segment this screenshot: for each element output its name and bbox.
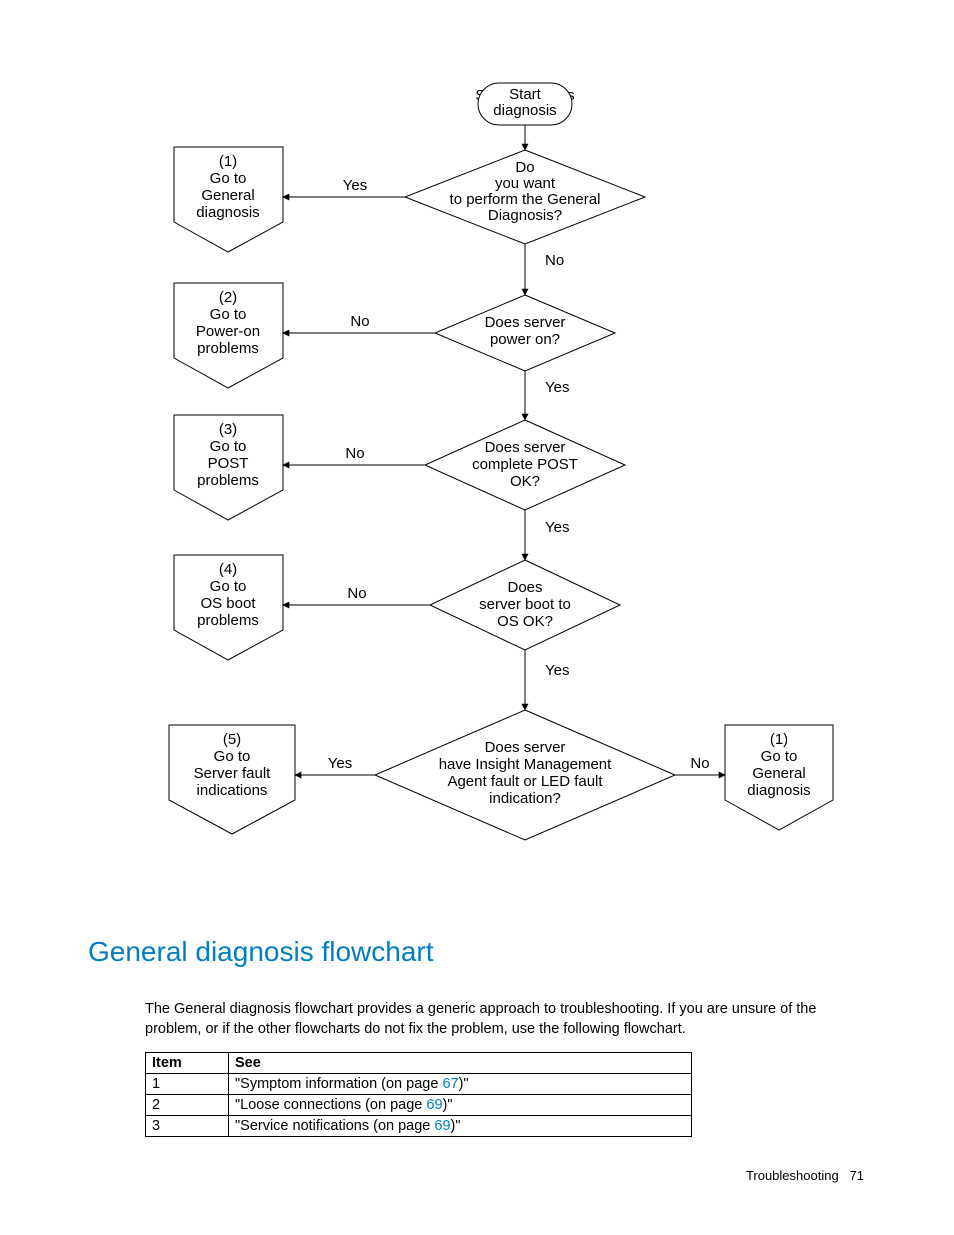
svg-text:diagnosis: diagnosis [196,204,259,221]
svg-text:you want: you want [495,175,556,192]
item-cell: 1 [146,1074,229,1095]
table-header-row: Item See [146,1053,692,1074]
svg-text:Yes: Yes [545,379,569,396]
svg-text:indications: indications [197,782,268,799]
svg-text:Does server: Does server [485,439,566,456]
start-diagnosis-flowchart: Start diagnosis Start diagnosis Do you w… [0,0,954,920]
svg-text:Does server: Does server [485,314,566,331]
svg-text:Power-on: Power-on [196,323,260,340]
svg-text:Go to: Go to [761,748,798,765]
svg-text:Diagnosis?: Diagnosis? [488,207,562,224]
offpage-general-diagnosis-2: (1) Go to General diagnosis [725,725,833,830]
svg-text:problems: problems [197,472,259,489]
reference-table: Item See 1 "Symptom information (on page… [145,1052,692,1137]
svg-text:Server fault: Server fault [194,765,272,782]
intro-paragraph: The General diagnosis flowchart provides… [145,1000,865,1039]
offpage-server-fault: (5) Go to Server fault indications [169,725,295,834]
svg-text:General: General [201,187,254,204]
offpage-power-on: (2) Go to Power-on problems [174,283,283,388]
col-item-header: Item [146,1053,229,1074]
svg-text:No: No [345,445,364,462]
svg-text:diagnosis: diagnosis [747,782,810,799]
see-cell: "Loose connections (on page 69)" [229,1095,692,1116]
footer-section: Troubleshooting [746,1168,839,1183]
svg-text:No: No [545,252,564,269]
svg-text:Go to: Go to [210,306,247,323]
page-link[interactable]: 69 [434,1118,450,1134]
page-link[interactable]: 69 [426,1097,442,1113]
svg-text:Yes: Yes [328,755,352,772]
svg-text:OS boot: OS boot [200,595,256,612]
svg-text:Yes: Yes [545,519,569,536]
page-footer: Troubleshooting 71 [746,1168,864,1183]
svg-text:Go to: Go to [210,438,247,455]
document-page: Start diagnosis Start diagnosis Do you w… [0,0,954,1235]
svg-text:server boot to: server boot to [479,596,571,613]
svg-text:OK?: OK? [510,473,540,490]
svg-text:Does: Does [507,579,542,596]
item-cell: 3 [146,1116,229,1137]
svg-text:complete POST: complete POST [472,456,578,473]
decision-general-diagnosis: Do you want to perform the General Diagn… [405,150,645,244]
svg-text:(5): (5) [223,731,241,748]
svg-text:Start: Start [509,86,542,103]
svg-text:POST: POST [208,455,249,472]
offpage-post: (3) Go to POST problems [174,415,283,520]
see-cell: "Service notifications (on page 69)" [229,1116,692,1137]
svg-text:indication?: indication? [489,790,561,807]
svg-text:Go to: Go to [214,748,251,765]
decision-fault-indication: Does server have Insight Management Agen… [375,710,675,840]
svg-text:Agent fault or LED fault: Agent fault or LED fault [447,773,603,790]
svg-text:power on?: power on? [490,331,560,348]
svg-text:No: No [347,585,366,602]
svg-text:problems: problems [197,340,259,357]
see-cell: "Symptom information (on page 67)" [229,1074,692,1095]
svg-text:General: General [752,765,805,782]
svg-text:(2): (2) [219,289,237,306]
table-row: 2 "Loose connections (on page 69)" [146,1095,692,1116]
svg-text:Go to: Go to [210,578,247,595]
col-see-header: See [229,1053,692,1074]
svg-text:problems: problems [197,612,259,629]
svg-text:Go to: Go to [210,170,247,187]
svg-text:(1): (1) [219,153,237,170]
svg-text:diagnosis: diagnosis [493,102,556,119]
item-cell: 2 [146,1095,229,1116]
decision-power-on: Does server power on? [435,295,615,371]
offpage-os-boot: (4) Go to OS boot problems [174,555,283,660]
svg-text:have Insight Management: have Insight Management [439,756,612,773]
svg-text:(4): (4) [219,561,237,578]
svg-text:(3): (3) [219,421,237,438]
decision-post: Does server complete POST OK? [425,420,625,510]
svg-text:Does server: Does server [485,739,566,756]
svg-text:No: No [350,313,369,330]
decision-os-boot: Does server boot to OS OK? [430,560,620,650]
svg-text:No: No [690,755,709,772]
section-heading: General diagnosis flowchart [88,936,434,968]
page-link[interactable]: 67 [442,1076,458,1092]
svg-text:OS OK?: OS OK? [497,613,553,630]
svg-text:to perform the General: to perform the General [450,191,601,208]
svg-text:(1): (1) [770,731,788,748]
table-row: 3 "Service notifications (on page 69)" [146,1116,692,1137]
svg-text:Yes: Yes [343,177,367,194]
table-row: 1 "Symptom information (on page 67)" [146,1074,692,1095]
svg-text:Yes: Yes [545,662,569,679]
footer-page-number: 71 [850,1168,864,1183]
offpage-general-diagnosis-1: (1) Go to General diagnosis [174,147,283,252]
svg-text:Do: Do [515,159,534,176]
